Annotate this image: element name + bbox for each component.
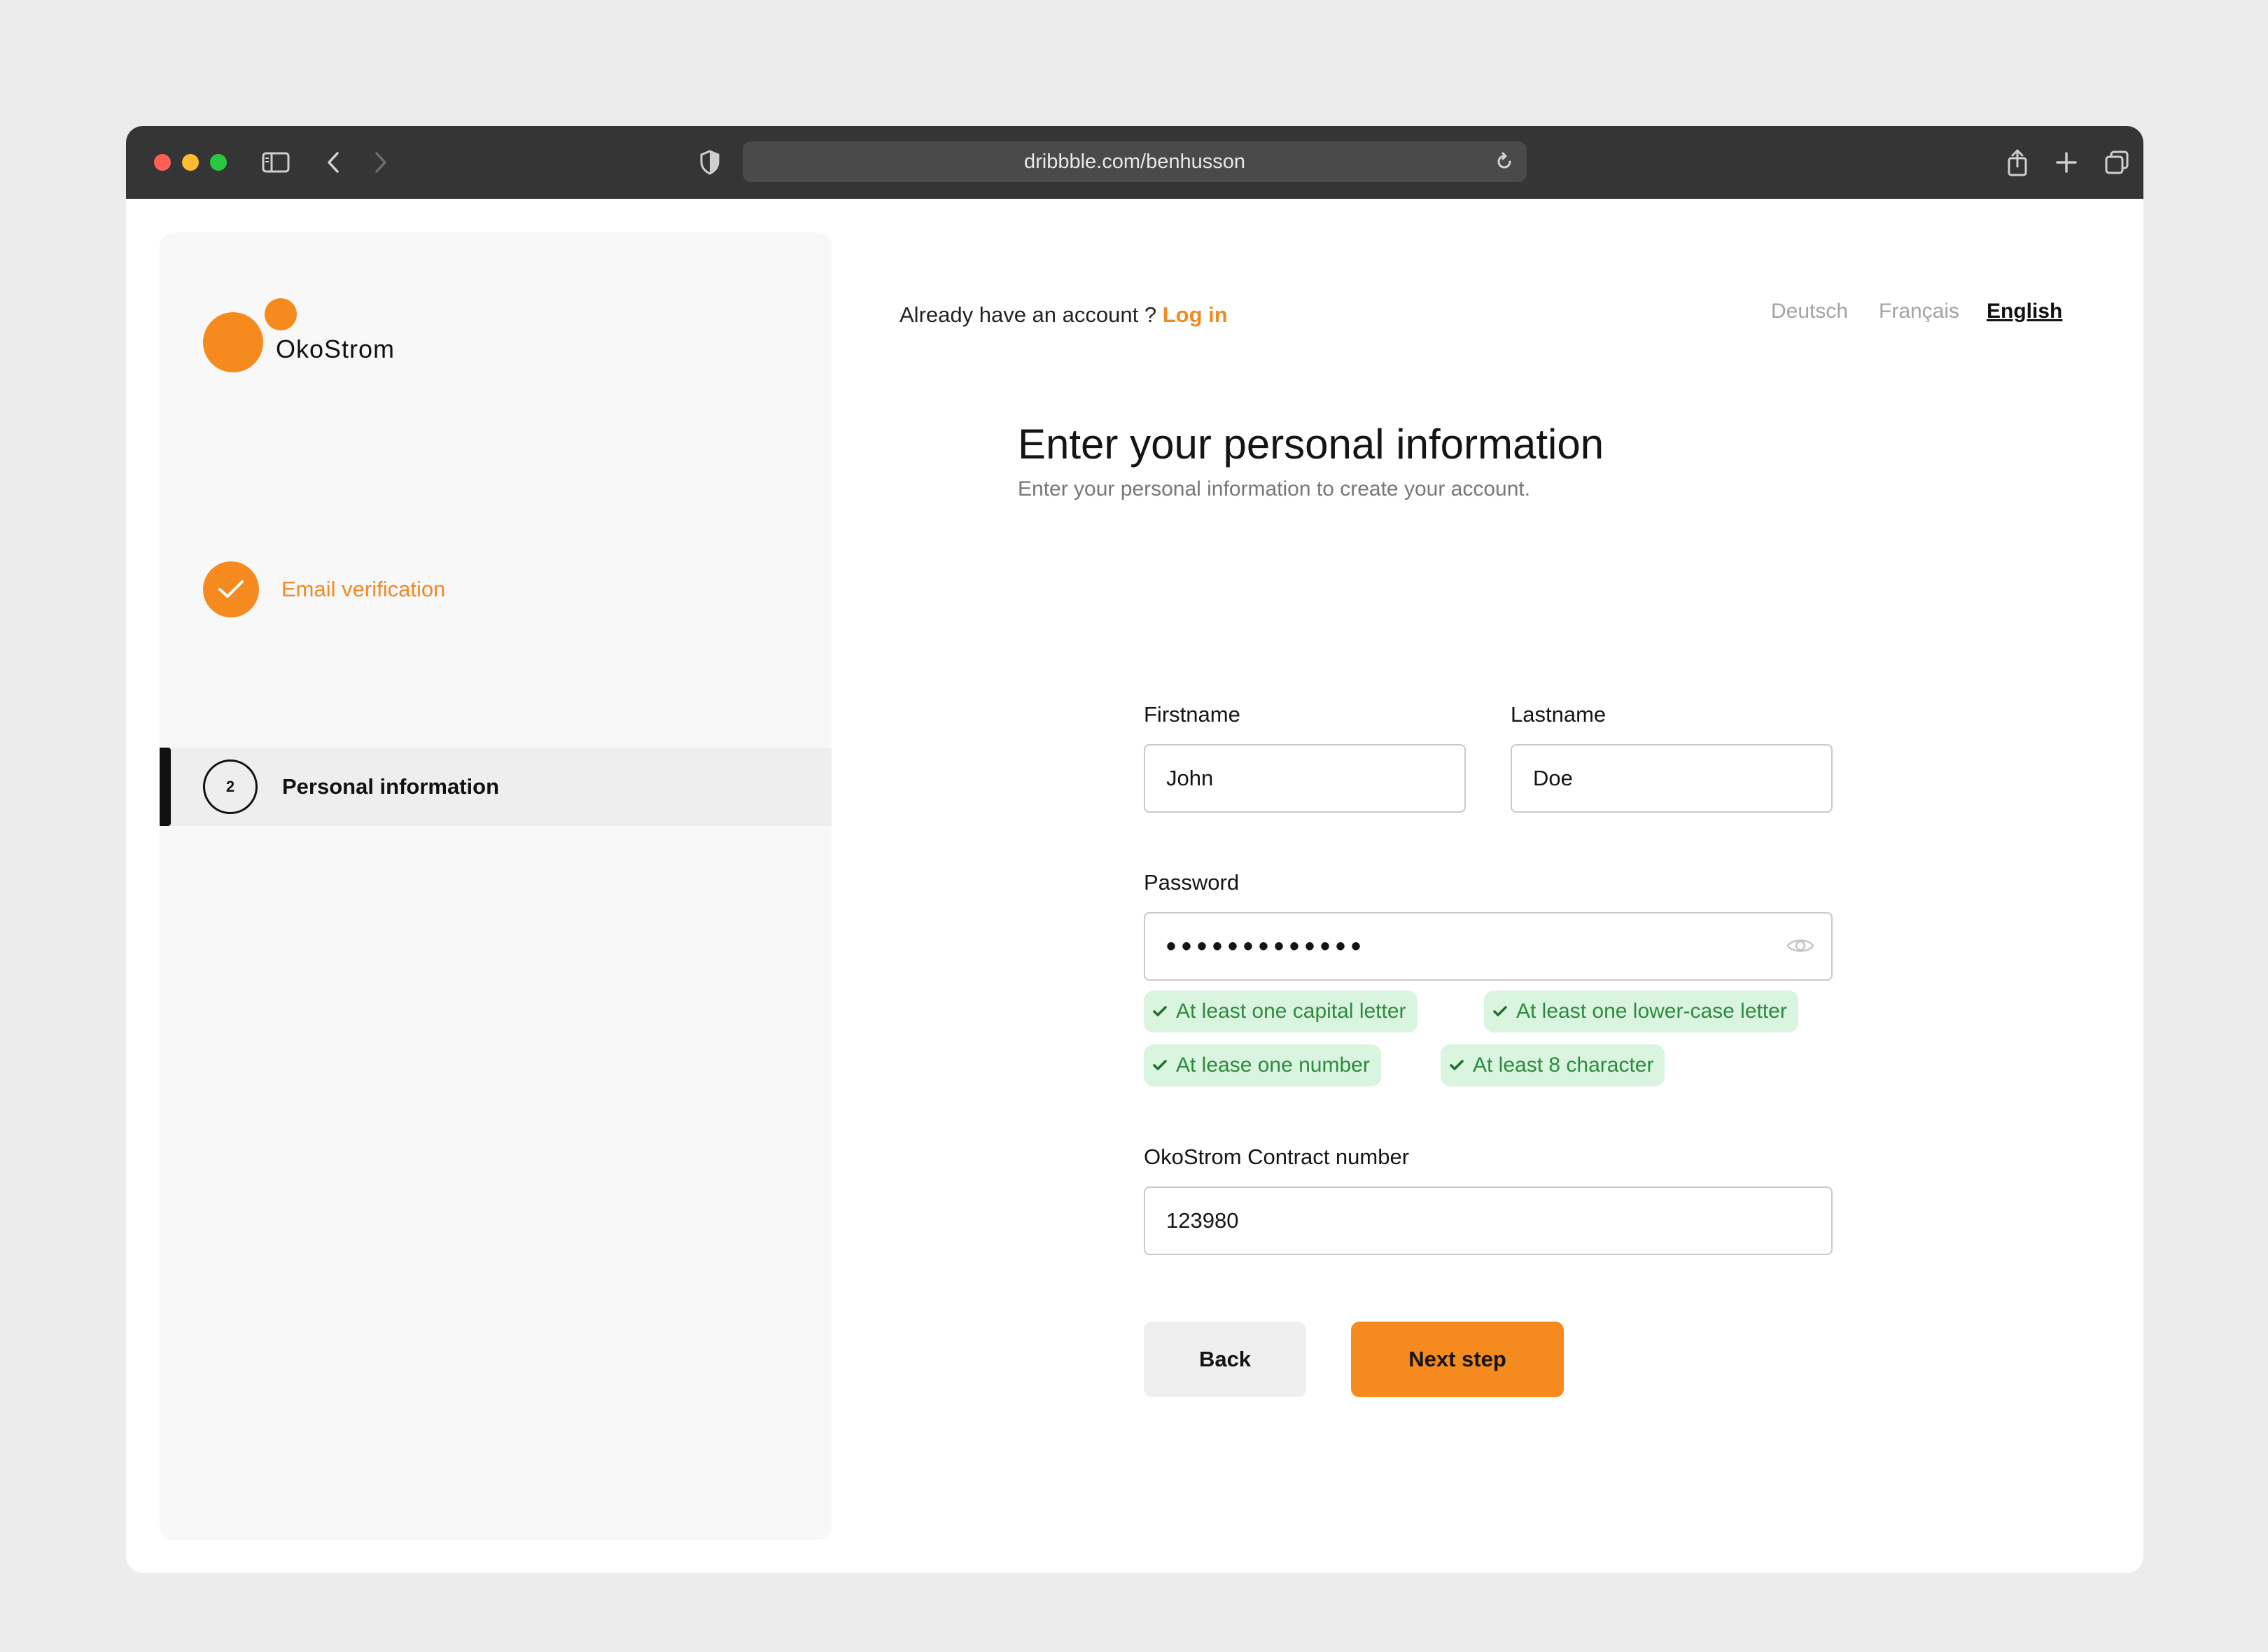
- login-link[interactable]: Log in: [1163, 302, 1228, 327]
- firstname-label: Firstname: [1144, 702, 1240, 727]
- new-tab-icon[interactable]: [2051, 147, 2082, 178]
- maximize-window-button[interactable]: [210, 154, 227, 171]
- password-rule-text: At least one lower-case letter: [1516, 1000, 1787, 1023]
- checkmark-icon: [203, 561, 259, 617]
- step-email-verification[interactable]: Email verification: [203, 561, 445, 617]
- password-rule-chip: At lease one number: [1144, 1044, 1381, 1086]
- step-label: Personal information: [282, 774, 500, 799]
- check-icon: [1153, 1006, 1167, 1016]
- tab-overview-icon[interactable]: [2101, 147, 2132, 178]
- password-input[interactable]: [1144, 912, 1833, 981]
- login-prompt-text: Already have an account ?: [899, 302, 1157, 327]
- forward-arrow-icon[interactable]: [365, 147, 396, 178]
- minimize-window-button[interactable]: [182, 154, 199, 171]
- language-francais[interactable]: Français: [1879, 300, 1959, 323]
- close-window-button[interactable]: [154, 154, 171, 171]
- next-step-button[interactable]: Next step: [1351, 1322, 1564, 1397]
- logo-text: OkoStrom: [276, 335, 396, 363]
- brand-logo: OkoStrom: [203, 298, 413, 375]
- check-icon: [1493, 1006, 1507, 1016]
- language-deutsch[interactable]: Deutsch: [1771, 300, 1848, 323]
- password-rule-chip: At least 8 character: [1441, 1044, 1665, 1086]
- logo-small-circle: [265, 298, 297, 330]
- password-label: Password: [1144, 870, 1240, 895]
- sidebar-toggle-icon[interactable]: [260, 147, 291, 178]
- password-rule-text: At lease one number: [1176, 1054, 1370, 1077]
- share-icon[interactable]: [2002, 147, 2033, 178]
- password-rule-text: At least 8 character: [1473, 1054, 1654, 1077]
- address-bar[interactable]: dribbble.com/benhusson: [743, 141, 1527, 182]
- password-rule-chip: At least one capital letter: [1144, 990, 1418, 1032]
- lastname-input[interactable]: [1511, 744, 1833, 813]
- back-button[interactable]: Back: [1144, 1322, 1306, 1397]
- check-icon: [1450, 1060, 1464, 1070]
- password-rule-text: At least one capital letter: [1176, 1000, 1406, 1023]
- firstname-input[interactable]: [1144, 744, 1466, 813]
- logo-large-circle: [203, 312, 263, 372]
- steps-sidebar: OkoStrom Email verification 2 Personal i…: [160, 232, 832, 1540]
- form-subtitle: Enter your personal information to creat…: [1018, 477, 1531, 500]
- form-title: Enter your personal information: [1018, 421, 1604, 468]
- show-password-icon[interactable]: [1784, 929, 1817, 962]
- step-label: Email verification: [281, 577, 446, 601]
- browser-window: dribbble.com/benhusson OkoStrom Email ve…: [126, 126, 2143, 1573]
- back-arrow-icon[interactable]: [318, 147, 349, 178]
- login-prompt-row: Already have an account ? Log in: [899, 302, 1228, 328]
- contract-number-label: OkoStrom Contract number: [1144, 1144, 1410, 1169]
- contract-number-input[interactable]: [1144, 1186, 1833, 1255]
- language-english[interactable]: English: [1987, 300, 2062, 323]
- shield-icon[interactable]: [694, 147, 725, 178]
- reload-icon[interactable]: [1489, 146, 1520, 177]
- lastname-label: Lastname: [1511, 702, 1606, 727]
- step-number: 2: [203, 760, 258, 814]
- active-step-indicator: [160, 748, 171, 826]
- url-text: dribbble.com/benhusson: [1024, 150, 1245, 173]
- password-rule-chip: At least one lower-case letter: [1484, 990, 1798, 1032]
- browser-toolbar: dribbble.com/benhusson: [126, 126, 2143, 199]
- check-icon: [1153, 1060, 1167, 1070]
- step-personal-information[interactable]: 2 Personal information: [160, 748, 832, 826]
